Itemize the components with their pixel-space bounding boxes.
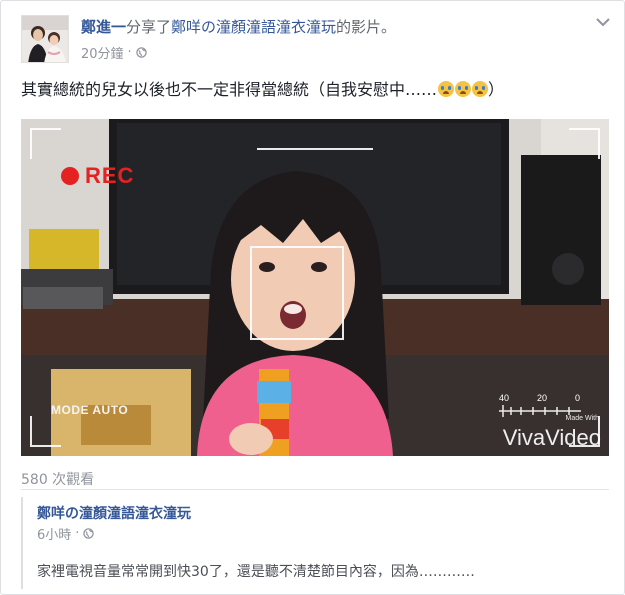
shared-post-meta: 6小時 ·	[37, 524, 95, 543]
shared-post[interactable]: 鄭咩の潼顏潼語潼衣潼玩 6小時 · 家裡電視音量常常開到快30了，還是聽不清楚節…	[21, 497, 609, 589]
mode-auto-label: MODE AUTO	[51, 403, 129, 417]
scale-label-0: 0	[575, 393, 581, 403]
shared-post-page-link[interactable]: 鄭咩の潼顏潼語潼衣潼玩	[37, 503, 191, 523]
shared-post-timestamp[interactable]: 6小時	[37, 524, 71, 543]
post-message-text: 其實總統的兒女以後也不一定非得當總統（自我安慰中……	[21, 80, 438, 99]
globe-icon[interactable]	[135, 47, 147, 58]
made-with-label: Made With	[565, 415, 599, 422]
avatar-photo	[22, 16, 68, 62]
globe-icon[interactable]	[83, 528, 95, 539]
post-message: 其實總統的兒女以後也不一定非得當總統（自我安慰中…… ）	[21, 79, 504, 101]
rec-indicator: REC	[61, 163, 134, 189]
action-suffix: 的影片。	[336, 18, 397, 36]
meta-separator: ·	[127, 45, 132, 60]
rec-label: REC	[85, 163, 135, 188]
post-message-end: ）	[488, 80, 505, 99]
scale-label-20: 20	[537, 393, 548, 403]
post-timestamp[interactable]: 20分鐘	[81, 43, 124, 62]
action-text: 分享了	[126, 18, 172, 36]
meta-separator: ·	[75, 526, 80, 541]
view-count: 580 次觀看	[21, 472, 95, 488]
post-header: 鄭進一分享了鄭咩の潼顏潼語潼衣潼玩的影片。	[81, 17, 396, 37]
vivavideo-watermark: VivaVideo	[502, 425, 601, 450]
scale-label-40: 40	[499, 393, 510, 403]
post-meta: 20分鐘 ·	[81, 43, 147, 62]
crying-face-emoji-icon	[472, 81, 489, 97]
crying-face-emoji-icon	[455, 81, 472, 97]
post-card: 鄭進一分享了鄭咩の潼顏潼語潼衣潼玩的影片。 20分鐘 · 其實總統的兒女以後也不…	[0, 0, 625, 595]
author-avatar[interactable]	[21, 15, 69, 63]
record-dot-icon	[61, 167, 79, 185]
video-player[interactable]: REC MODE AUTO 40 20 0 Made With VivaVide…	[21, 119, 609, 456]
shared-post-text: 家裡電視音量常常開到快30了，還是聽不清楚節目內容，因為…………	[37, 564, 475, 580]
shared-page-link[interactable]: 鄭咩の潼顏潼語潼衣潼玩	[171, 18, 336, 36]
chevron-down-icon[interactable]	[596, 17, 610, 27]
crying-face-emoji-icon	[438, 81, 455, 97]
divider	[21, 489, 609, 490]
author-name-link[interactable]: 鄭進一	[81, 18, 126, 36]
